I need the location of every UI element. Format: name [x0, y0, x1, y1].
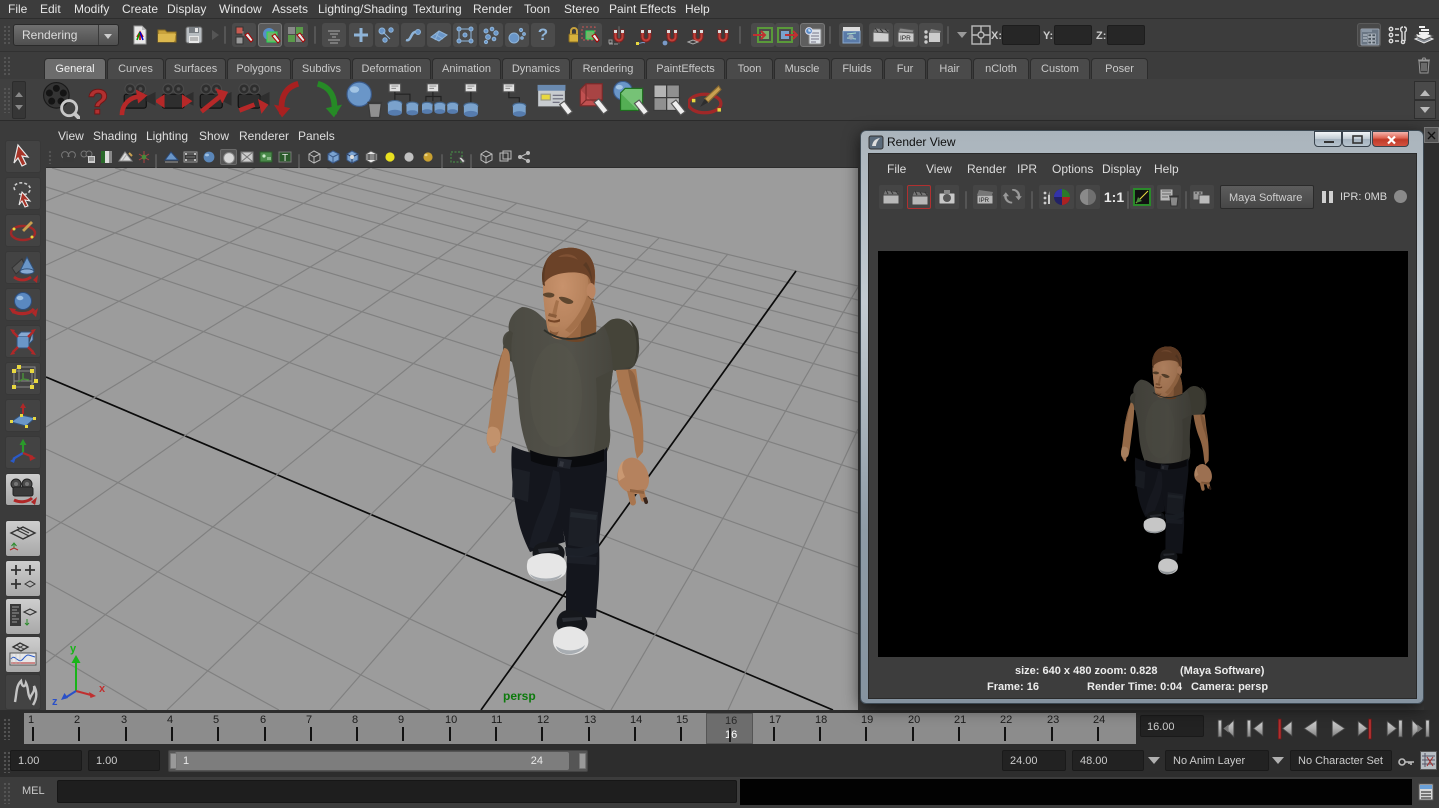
svg-text:T: T	[282, 153, 288, 164]
svg-text:x: x	[99, 683, 106, 695]
svg-text:IPR: IPR	[979, 198, 990, 204]
svg-text:?: ?	[87, 83, 108, 119]
svg-text:IPR: IPR	[900, 35, 911, 42]
svg-text:persp: persp	[503, 689, 536, 703]
svg-text:z: z	[52, 696, 58, 708]
svg-text:y: y	[70, 643, 77, 655]
